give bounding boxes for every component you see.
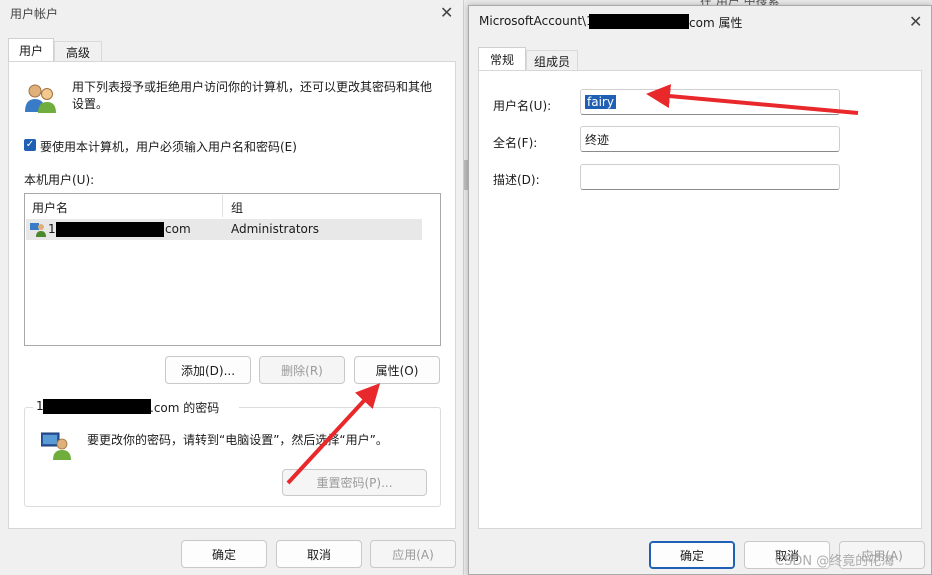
arrow-to-username [646,84,859,115]
watermark: CSDN @终竟的花海 [775,554,895,569]
arrow-to-properties-button [286,383,381,485]
annotation-arrows [286,84,859,485]
